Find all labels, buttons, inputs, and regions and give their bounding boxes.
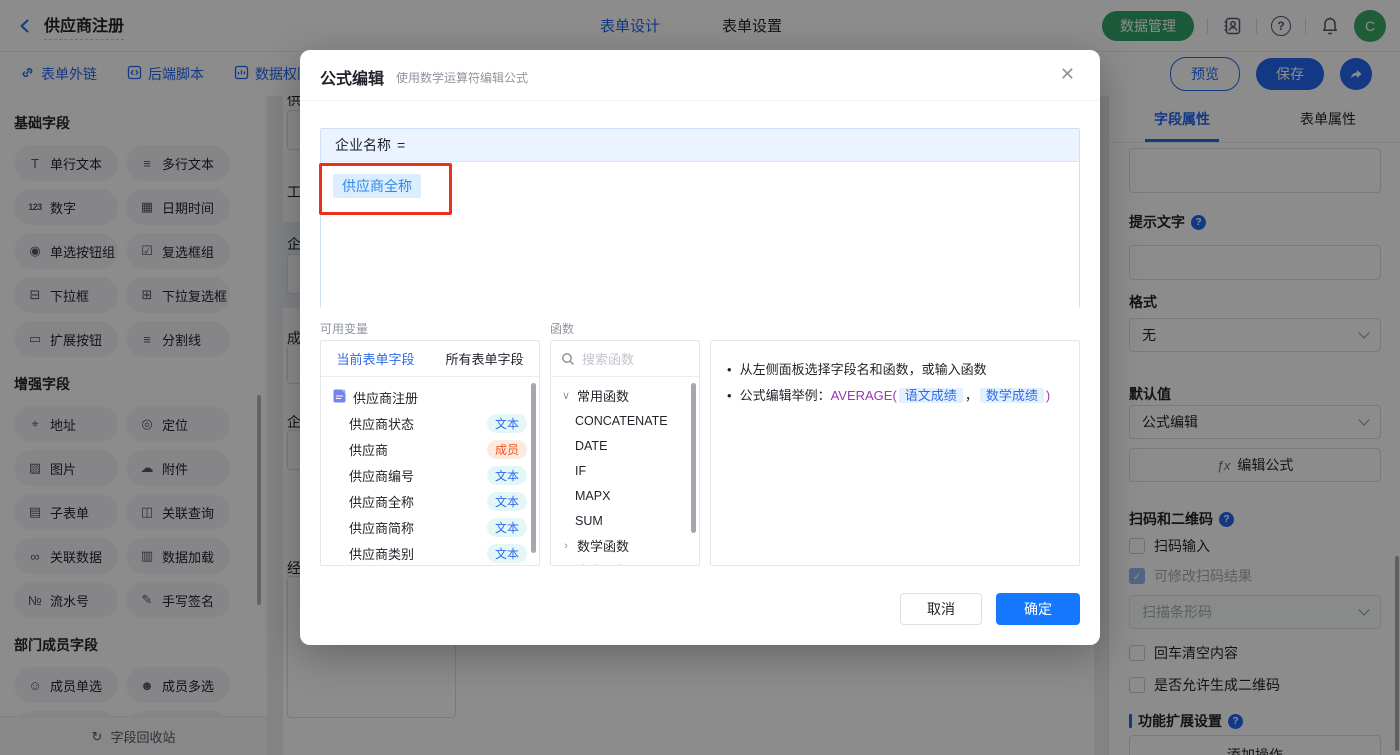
modal-subtitle: 使用数学运算符编辑公式: [396, 71, 529, 85]
example-field-chip: 语文成绩: [898, 388, 963, 403]
variable-field-供应商状态[interactable]: 供应商状态 文本: [321, 410, 539, 436]
search-placeholder: 搜索函数: [582, 352, 635, 367]
variable-field-name: 供应商: [349, 442, 389, 458]
cancel-button[interactable]: 取消: [900, 593, 982, 625]
variable-field-供应商编号[interactable]: 供应商编号 文本: [321, 462, 539, 488]
variables-tree-root[interactable]: 供应商注册: [321, 384, 539, 410]
document-icon: [333, 389, 346, 406]
functions-label: 函数: [550, 322, 575, 336]
field-type-badge: 文本: [486, 491, 527, 511]
formula-target-row: 企业名称 =: [321, 129, 1079, 162]
field-type-badge: 文本: [486, 465, 527, 485]
function-group-label: 常用函数: [577, 389, 630, 404]
function-search[interactable]: 搜索函数: [551, 341, 699, 377]
tip-line-2: • 公式编辑举例：AVERAGE(语文成绩，数学成绩): [727, 383, 1063, 409]
variables-label: 可用变量: [320, 322, 369, 336]
variables-scrollbar[interactable]: [531, 383, 536, 553]
function-item-DATE[interactable]: DATE: [551, 433, 699, 458]
variables-tab-2[interactable]: 所有表单字段: [430, 341, 539, 376]
function-item-IF[interactable]: IF: [551, 458, 699, 483]
field-type-badge: 文本: [486, 543, 527, 563]
variable-field-name: 供应商状态: [349, 416, 415, 432]
caret-right-icon: ›: [561, 565, 571, 566]
tips-panel: • 从左侧面板选择字段名和函数，或输入函数 • 公式编辑举例：AVERAGE(语…: [710, 340, 1080, 566]
variable-field-供应商简称[interactable]: 供应商简称 文本: [321, 514, 539, 540]
modal-title: 公式编辑: [320, 71, 385, 88]
example-function: AVERAGE(: [830, 388, 897, 403]
function-item-SUM[interactable]: SUM: [551, 508, 699, 533]
formula-field-chip[interactable]: 供应商全称: [333, 174, 421, 198]
field-type-badge: 成员: [486, 439, 527, 459]
variable-field-name: 供应商简称: [349, 520, 415, 536]
function-item-CONCATENATE[interactable]: CONCATENATE: [551, 408, 699, 433]
variable-field-name: 供应商编号: [349, 468, 415, 484]
variable-field-name: 供应商全称: [349, 494, 415, 510]
function-group-数学函数[interactable]: › 数学函数: [551, 533, 699, 558]
field-type-badge: 文本: [486, 517, 527, 537]
field-type-badge: 文本: [486, 413, 527, 433]
caret-down-icon: ∨: [561, 390, 571, 402]
close-icon[interactable]: ✕: [1060, 64, 1075, 85]
app: 供应商注册 表单设计表单设置 数据管理 ? C 表单外链后端脚本数据权限: [0, 0, 1400, 755]
formula-body[interactable]: 供应商全称: [321, 162, 1079, 308]
confirm-button[interactable]: 确定: [996, 593, 1080, 625]
example-field-chip: 数学成绩: [979, 388, 1044, 403]
variables-panel: 当前表单字段 所有表单字段 供应商注册 供应商状态 文本 供应商 成员 供应商编号 文本 供应商…: [320, 340, 540, 566]
functions-scrollbar[interactable]: [691, 383, 696, 533]
modal-header: 公式编辑 使用数学运算符编辑公式 ✕: [300, 50, 1100, 101]
variable-field-供应商类别[interactable]: 供应商类别 文本: [321, 540, 539, 565]
bullet-icon: •: [727, 362, 732, 377]
tip-line-1: • 从左侧面板选择字段名和函数，或输入函数: [727, 357, 1063, 383]
function-group-常用函数[interactable]: ∨ 常用函数: [551, 383, 699, 408]
functions-panel: 搜索函数 ∨常用函数CONCATENATEDATEIFMAPXSUM›数学函数›…: [550, 340, 700, 566]
function-group-label: 数学函数: [577, 539, 630, 554]
function-group-label: 文本函数: [577, 561, 629, 565]
formula-edit-modal: 公式编辑 使用数学运算符编辑公式 ✕ 企业名称 = 供应商全称 可用变量 函数 当…: [300, 50, 1100, 645]
variable-field-name: 供应商类别: [349, 546, 415, 562]
search-icon: [562, 352, 575, 365]
variables-tab-1[interactable]: 当前表单字段: [321, 341, 430, 376]
function-group-文本函数[interactable]: › 文本函数: [551, 558, 699, 566]
variables-root-label: 供应商注册: [353, 390, 419, 406]
bullet-icon: •: [727, 388, 732, 403]
formula-editor[interactable]: 企业名称 = 供应商全称: [320, 128, 1080, 308]
caret-right-icon: ›: [564, 539, 568, 552]
function-item-MAPX[interactable]: MAPX: [551, 483, 699, 508]
variable-field-供应商全称[interactable]: 供应商全称 文本: [321, 488, 539, 514]
variable-field-供应商[interactable]: 供应商 成员: [321, 436, 539, 462]
